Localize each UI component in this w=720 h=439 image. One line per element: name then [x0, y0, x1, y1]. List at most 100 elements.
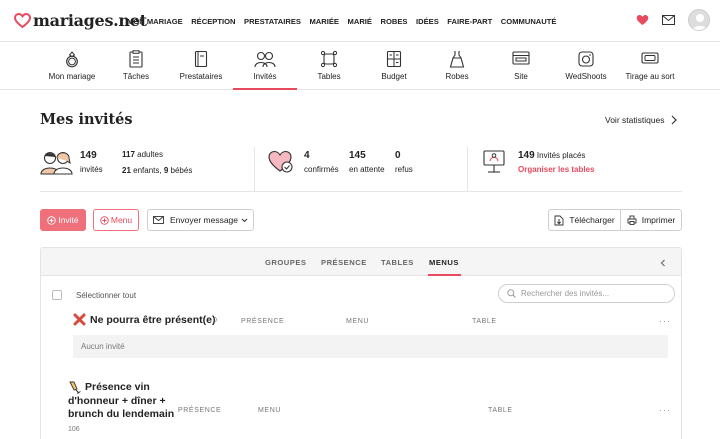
subnav-item-invites[interactable]: Invités — [233, 42, 297, 90]
view-statistics-label: Voir statistiques — [605, 115, 665, 125]
search-icon — [507, 289, 516, 298]
plus-circle-icon — [100, 215, 109, 225]
more-options-icon[interactable]: ··· — [659, 316, 671, 326]
mail-icon[interactable] — [662, 15, 675, 25]
topnav-mariee[interactable]: MARIÉE — [309, 17, 339, 26]
summary-divider — [254, 147, 255, 191]
download-button[interactable]: Télécharger — [548, 209, 621, 231]
download-file-icon — [554, 215, 564, 225]
seated-line: 149 Invités placés — [518, 150, 585, 161]
column-header-table: TABLE — [488, 407, 513, 414]
seating-summary: 149 Invités placés Organiser les tables — [481, 145, 681, 191]
adults-line: 117 adultes — [122, 150, 163, 159]
subnav-item-robes[interactable]: Robes — [433, 42, 481, 90]
guests-label: invités — [80, 165, 103, 174]
confirmed-count: 4 — [304, 150, 310, 161]
guest-list-panel: GROUPES PRÉSENCE TABLES MENUS Sélectionn… — [40, 247, 682, 439]
topnav-communaute[interactable]: COMMUNAUTÉ — [501, 17, 557, 26]
subnav-item-tables[interactable]: Tables — [305, 42, 353, 90]
topnav-robes[interactable]: ROBES — [380, 17, 407, 26]
top-right-icons — [623, 9, 710, 31]
topnav-mon-mariage[interactable]: MON MARIAGE — [127, 17, 183, 26]
ticket-icon — [641, 50, 659, 68]
print-button[interactable]: Imprimer — [620, 209, 682, 231]
chevron-down-icon — [241, 218, 248, 222]
adults-label: adultes — [137, 150, 163, 159]
column-header-menu: MENU — [258, 407, 282, 414]
top-navigation-bar: mariages.net MON MARIAGE RÉCEPTION PREST… — [0, 0, 720, 42]
tab-menus[interactable]: MENUS — [429, 258, 459, 267]
subnav-item-budget[interactable]: Budget — [370, 42, 418, 90]
declined-count: 0 — [395, 150, 401, 161]
topnav-prestataires[interactable]: PRESTATAIRES — [244, 17, 301, 26]
column-header-presence: PRÉSENCE — [241, 318, 285, 325]
tab-presence[interactable]: PRÉSENCE — [321, 258, 367, 267]
confirmed-label: confirmés — [304, 165, 339, 174]
pending-count: 145 — [349, 150, 366, 161]
heart-logo-icon — [14, 13, 31, 28]
add-guest-button[interactable]: Invité — [40, 209, 86, 231]
pending-label: en attente — [349, 165, 385, 174]
envelope-icon — [153, 216, 164, 224]
guest-count-summary: 149 invités 117 adultes 21 enfants, 9 bé… — [40, 145, 250, 191]
heart-check-icon — [268, 150, 293, 173]
section-divider — [40, 191, 682, 192]
subnav-item-site[interactable]: Site — [497, 42, 545, 90]
babies-count: 9 — [163, 166, 169, 175]
group-title: Ne pourra être présent(e) — [90, 314, 216, 326]
subnav-item-wedshoots[interactable]: WedShoots — [558, 42, 614, 90]
book-icon — [193, 50, 209, 70]
select-all-checkbox[interactable] — [52, 290, 62, 300]
more-options-icon[interactable]: ··· — [659, 405, 671, 415]
column-header-presence: PRÉSENCE — [178, 407, 222, 414]
rings-icon — [63, 50, 81, 70]
guests-total: 149 — [80, 150, 97, 161]
tab-tables[interactable]: TABLES — [381, 258, 414, 267]
add-menu-button[interactable]: Menu — [93, 209, 139, 231]
couple-icon — [40, 151, 73, 175]
summary-divider — [467, 147, 468, 191]
column-header-menu: MENU — [346, 318, 370, 325]
declined-label: refus — [395, 165, 413, 174]
children-line: 21 enfants, 9 bébés — [122, 166, 192, 175]
heart-icon[interactable] — [636, 14, 649, 26]
main-menu: MON MARIAGE RÉCEPTION PRESTATAIRES MARIÉ… — [127, 17, 565, 26]
subnav-item-prestataires[interactable]: Prestataires — [172, 42, 230, 90]
view-statistics-link[interactable]: Voir statistiques — [605, 115, 678, 125]
topnav-reception[interactable]: RÉCEPTION — [191, 17, 235, 26]
subnav-item-taches[interactable]: Tâches — [112, 42, 160, 90]
group-title: Présence vin d'honneur + dîner + brunch … — [68, 381, 175, 420]
send-message-dropdown[interactable]: Envoyer message — [147, 209, 254, 231]
chevron-right-icon — [671, 115, 677, 125]
seated-label: Invités placés — [536, 151, 586, 160]
group-count: 0 — [213, 317, 217, 324]
camera-icon — [577, 50, 595, 70]
search-input[interactable]: Rechercher des invités... — [498, 284, 675, 303]
page-title: Mes invités — [40, 111, 133, 128]
subnav-item-mon-mariage[interactable]: Mon mariage — [42, 42, 102, 90]
children-count: 21 — [122, 166, 131, 175]
adults-count: 117 — [122, 150, 135, 159]
cross-icon — [73, 313, 86, 326]
avatar[interactable] — [688, 9, 710, 31]
topnav-idees[interactable]: IDÉES — [416, 17, 439, 26]
website-icon — [512, 50, 530, 68]
select-all-label: Sélectionner tout — [76, 291, 137, 300]
rsvp-summary: 4 confirmés 145 en attente 0 refus — [268, 145, 458, 191]
dress-icon — [449, 50, 465, 70]
plus-circle-icon — [47, 215, 57, 225]
planner-tools-nav: Mon mariage Tâches Prestataires Invités … — [0, 42, 720, 90]
guests-icon — [254, 50, 276, 70]
table-icon — [320, 50, 338, 70]
topnav-faire-part[interactable]: FAIRE-PART — [447, 17, 492, 26]
view-tabs: GROUPES PRÉSENCE TABLES MENUS — [41, 248, 681, 276]
topnav-marie[interactable]: MARIÉ — [348, 17, 372, 26]
checklist-icon — [128, 50, 144, 70]
organize-tables-link[interactable]: Organiser les tables — [518, 165, 594, 174]
subnav-item-tirage-au-sort[interactable]: Tirage au sort — [620, 42, 680, 90]
babies-label: bébés — [170, 166, 193, 175]
tab-groupes[interactable]: GROUPES — [265, 258, 306, 267]
chevron-left-icon[interactable] — [660, 259, 666, 267]
seated-count: 149 — [518, 150, 535, 161]
search-placeholder: Rechercher des invités... — [521, 289, 610, 298]
